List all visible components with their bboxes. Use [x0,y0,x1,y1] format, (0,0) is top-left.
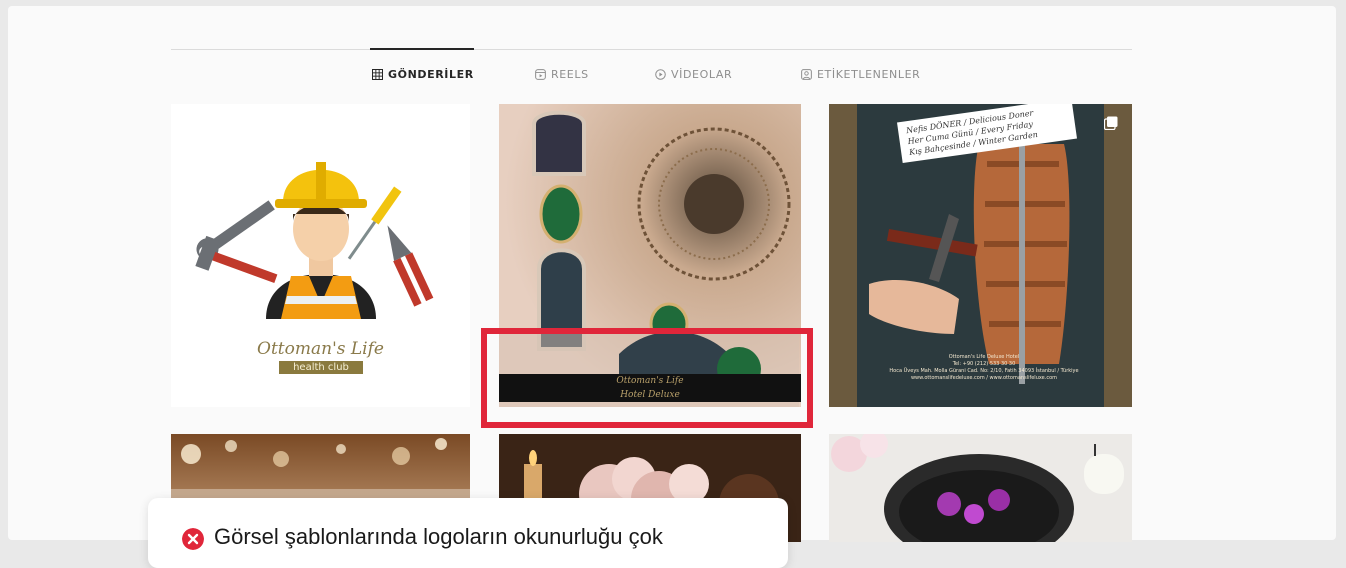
brand-name: Ottoman's Life [257,339,384,359]
profile-tabs: GÖNDERİLER REELS VİDEOLAR ETİKETLENENLER [0,68,1346,88]
promo-footer-line-2: Tel: +90 (212) 533 30 30 [952,361,1016,367]
tab-videos-label: VİDEOLAR [671,68,733,81]
error-x-icon [182,528,204,550]
ceiling-photo [499,104,801,407]
promo-footer-line-1: Ottoman's Life Deluxe Hotel [948,354,1020,360]
brand-subtitle: health club [279,361,363,374]
post-tile-ornate-ceiling[interactable]: Ottoman's Life Hotel Deluxe [499,104,801,407]
reels-icon [535,69,546,80]
tab-posts-label: GÖNDERİLER [388,68,474,81]
promo-footer-line-3: Hoca Üveys Mah. Molla Gürani Cad. No: 2/… [889,368,1079,374]
orchid-spa-photo [829,434,1132,542]
hotel-logo-overlay: Ottoman's Life Hotel Deluxe [499,374,801,404]
hotel-logo-line-1: Ottoman's Life [616,376,684,386]
grid-icon [372,69,383,80]
active-tab-indicator [370,48,474,50]
tagged-person-icon [801,69,812,80]
error-toast: Görsel şablonlarında logoların okunurluğ… [148,498,788,568]
tabs-divider [171,49,1132,50]
tab-tagged-label: ETİKETLENENLER [817,68,921,81]
tab-tagged[interactable]: ETİKETLENENLER [801,68,920,81]
post-tile-orchid-spa[interactable] [829,434,1132,542]
worker-with-tools-illustration [195,162,434,319]
promo-footer-line-4: www.ottomanslifedeluxe.com / www.ottoman… [910,375,1058,381]
post-tile-doner-promo[interactable]: Nefis DÖNER / Delicious Doner Her Cuma G… [829,104,1132,407]
carousel-icon [1104,116,1118,130]
toast-message: Görsel şablonlarında logoların okunurluğ… [214,524,663,549]
tab-videos[interactable]: VİDEOLAR [655,68,732,81]
hotel-logo-line-2: Hotel Deluxe [620,390,680,400]
tab-posts[interactable]: GÖNDERİLER [372,68,474,81]
tab-reels-label: REELS [551,68,589,81]
tab-reels[interactable]: REELS [535,68,589,81]
post-tile-health-club[interactable]: Ottoman's Life health club [171,104,470,407]
promo-footer: Ottoman's Life Deluxe Hotel Tel: +90 (21… [889,354,1079,382]
play-circle-icon [655,69,666,80]
